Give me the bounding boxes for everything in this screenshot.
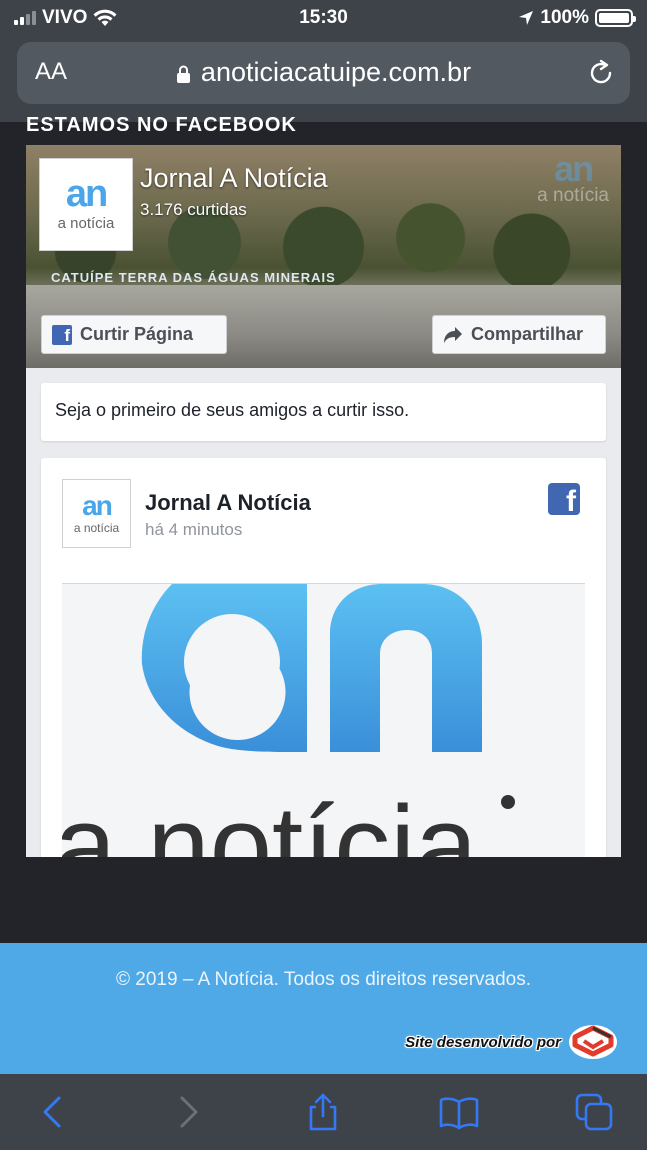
cover-sign: CATUÍPE TERRA DAS ÁGUAS MINERAIS (51, 270, 336, 285)
logo-mark: an (65, 173, 108, 215)
avatar-logo-mark: an (82, 489, 113, 521)
watermark-mark: an (554, 148, 594, 189)
share-icon[interactable] (303, 1092, 343, 1132)
developer-credit-text: Site desenvolvido por (405, 1033, 561, 1051)
page-profile-picture[interactable]: an a notícia (39, 158, 133, 251)
like-page-label: Curtir Página (80, 324, 194, 344)
friends-like-text: Seja o primeiro de seus amigos a curtir … (55, 400, 410, 420)
lock-icon (176, 65, 190, 83)
facebook-icon: f (52, 324, 72, 345)
browser-toolbar (0, 1074, 647, 1150)
copyright-text: © 2019 – A Notícia. Todos os direitos re… (116, 969, 531, 990)
battery-group: 100% (518, 7, 636, 29)
back-icon[interactable] (33, 1092, 73, 1132)
post-image-word: a notícia (62, 783, 478, 857)
avatar-logo-word: a notícia (73, 520, 120, 535)
developer-logo-icon (569, 1025, 617, 1059)
site-footer: © 2019 – A Notícia. Todos os direitos re… (0, 943, 647, 1074)
share-arrow-icon (444, 326, 462, 343)
bookmarks-icon[interactable] (439, 1092, 479, 1132)
browser-header: AA anoticiacatuipe.com.br (0, 36, 647, 122)
friends-like-box: Seja o primeiro de seus amigos a curtir … (41, 383, 606, 441)
location-arrow-icon (519, 11, 534, 25)
share-button[interactable]: Compartilhar (432, 315, 606, 354)
logo-word: a notícia (57, 215, 115, 232)
page-name-link[interactable]: Jornal A Notícia (140, 163, 328, 194)
cover-logo-watermark: an a notícia (537, 148, 609, 207)
url-field[interactable]: anoticiacatuipe.com.br (17, 57, 630, 88)
post-image-logo: a notícia (62, 584, 585, 857)
facebook-page-widget: CATUÍPE TERRA DAS ÁGUAS MINERAIS an a no… (26, 145, 621, 857)
like-page-button[interactable]: f Curtir Página (41, 315, 227, 354)
post-timestamp[interactable]: há 4 minutos (145, 520, 242, 540)
reload-icon[interactable] (586, 58, 616, 88)
url-text: anoticiacatuipe.com.br (200, 57, 472, 87)
forward-icon[interactable] (168, 1092, 208, 1132)
post-image[interactable]: a notícia (62, 583, 585, 857)
facebook-icon[interactable]: f (548, 483, 580, 515)
section-title: ESTAMOS NO FACEBOOK (26, 114, 297, 136)
page-likes-count: 3.176 curtidas (140, 200, 247, 219)
tabs-icon[interactable] (574, 1092, 614, 1132)
cover-photo[interactable]: CATUÍPE TERRA DAS ÁGUAS MINERAIS an a no… (26, 145, 621, 368)
watermark-word: a notícia (537, 185, 609, 206)
address-bar[interactable]: AA anoticiacatuipe.com.br (17, 42, 630, 104)
status-bar: VIVO 15:30 100% (0, 0, 647, 36)
post-avatar[interactable]: an a notícia (62, 479, 131, 548)
share-label: Compartilhar (471, 324, 584, 344)
post-author[interactable]: Jornal A Notícia (145, 490, 311, 516)
post-card[interactable]: an a notícia Jornal A Notícia há 4 minut… (41, 458, 606, 857)
battery-percent: 100% (540, 7, 589, 28)
battery-icon (595, 9, 636, 27)
developer-credit[interactable]: Site desenvolvido por (405, 1023, 619, 1061)
